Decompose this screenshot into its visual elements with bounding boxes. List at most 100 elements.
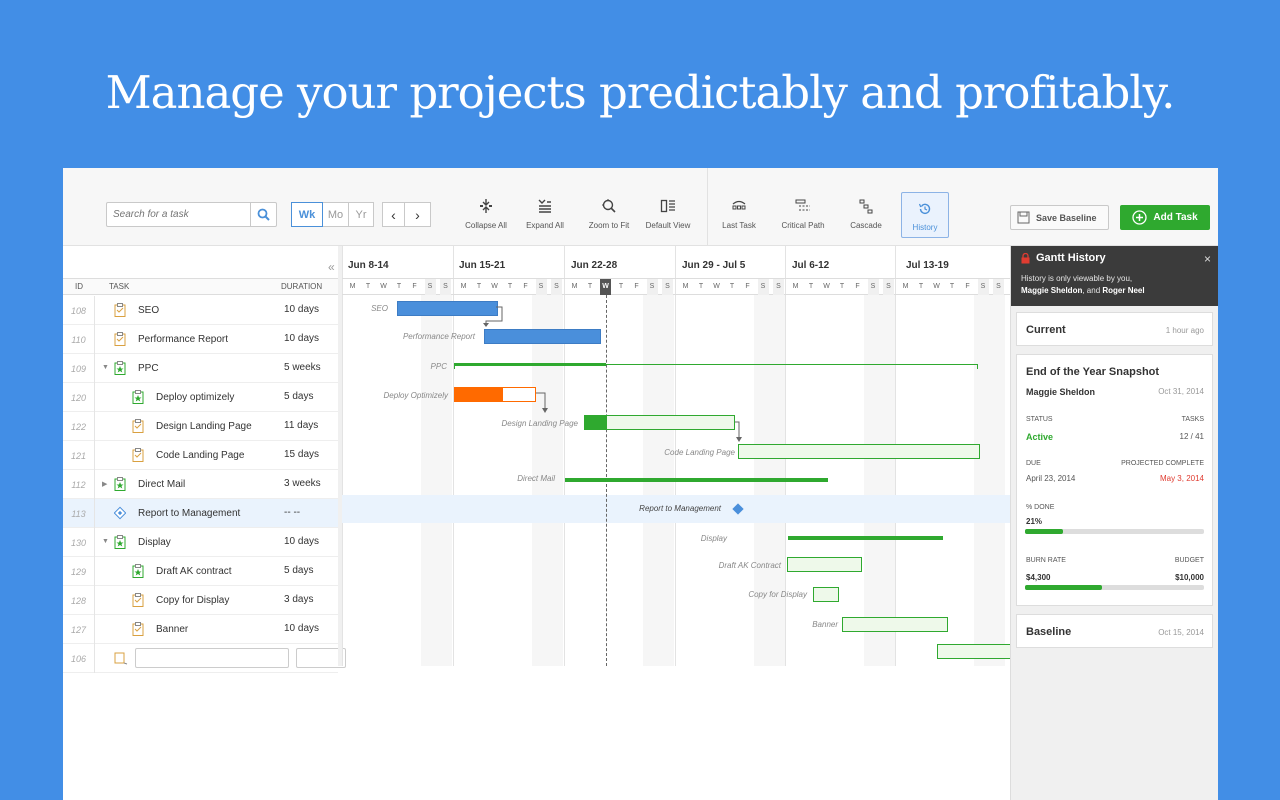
snapshot-date: Oct 31, 2014 [1158, 387, 1204, 396]
collapse-all-icon [480, 199, 492, 213]
day-cell: F [523, 283, 528, 290]
task-duration[interactable]: 5 days [284, 391, 313, 402]
task-duration[interactable]: 10 days [284, 333, 319, 344]
day-cell: M [460, 283, 467, 290]
clipboard-icon [132, 448, 144, 462]
critical-path-button[interactable]: Critical Path [776, 196, 830, 230]
collapse-all-button[interactable]: Collapse All [462, 196, 510, 230]
task-name[interactable]: Deploy optimizely [156, 392, 234, 403]
table-row[interactable]: 129 Draft AK contract 5 days [63, 557, 338, 586]
bar-progress [455, 388, 503, 401]
day-cell: W [600, 279, 611, 295]
history-note: History is only viewable by you, [1021, 274, 1133, 283]
history-button[interactable]: History [901, 192, 949, 238]
zoom-month-button[interactable]: Mo [323, 202, 349, 227]
bar-label-design: Design Landing Page [501, 419, 578, 428]
burn-progress-fill [1025, 585, 1102, 590]
task-bar-deploy-optimizely[interactable] [454, 387, 536, 402]
search-input[interactable] [107, 203, 250, 226]
zoom-week-button[interactable]: Wk [291, 202, 323, 227]
expand-toggle-icon[interactable]: ▼ [102, 364, 109, 371]
task-bar-copy-for-display[interactable] [813, 587, 839, 602]
task-name[interactable]: Copy for Display [156, 595, 229, 606]
expand-toggle-icon[interactable]: ▼ [102, 538, 109, 545]
task-name[interactable]: SEO [138, 305, 159, 316]
task-duration[interactable]: 10 days [284, 536, 319, 547]
prev-button[interactable]: ‹ [382, 202, 405, 227]
table-row[interactable]: 113 Report to Management -- -- [63, 499, 338, 528]
day-cell: F [745, 283, 750, 290]
table-row[interactable]: 127 Banner 10 days [63, 615, 338, 644]
table-row[interactable]: 106 [63, 644, 346, 673]
day-cell: T [729, 283, 735, 290]
task-name[interactable]: Report to Management [138, 508, 240, 519]
collapse-toggle-icon[interactable]: ▶ [102, 480, 107, 488]
dependency-arrow [483, 306, 503, 327]
new-task-name-input[interactable] [135, 648, 289, 668]
task-bar-code-landing-page[interactable] [738, 444, 980, 459]
task-bar-design-landing-page[interactable] [584, 415, 735, 430]
table-row[interactable]: 120 Deploy optimizely 5 days [63, 383, 338, 412]
summary-bar-direct-mail[interactable] [565, 478, 828, 482]
task-name[interactable]: PPC [138, 363, 159, 374]
history-label: History [912, 223, 938, 232]
task-name[interactable]: Design Landing Page [156, 421, 252, 432]
snapshot-title: End of the Year Snapshot [1026, 366, 1160, 378]
task-duration[interactable]: 10 days [284, 623, 319, 634]
table-row[interactable]: 112 ▶ Direct Mail 3 weeks [63, 470, 338, 499]
cascade-button[interactable]: Cascade [842, 196, 890, 230]
task-duration[interactable]: 3 days [284, 594, 313, 605]
cascade-icon [859, 199, 873, 214]
task-duration[interactable]: 11 days [284, 420, 318, 431]
task-duration[interactable]: -- -- [284, 507, 300, 518]
task-bar-draft-ak-contract[interactable] [787, 557, 862, 572]
search-button[interactable] [250, 203, 276, 226]
tasks-value: 12 / 41 [1179, 432, 1204, 441]
table-row[interactable]: 128 Copy for Display 3 days [63, 586, 338, 615]
history-current-card[interactable]: Current 1 hour ago [1016, 312, 1213, 346]
table-row[interactable]: 130 ▼ Display 10 days [63, 528, 338, 557]
history-baseline-card[interactable]: Baseline Oct 15, 2014 [1016, 614, 1213, 648]
task-duration[interactable]: 15 days [284, 449, 319, 460]
task-name[interactable]: Draft AK contract [156, 566, 232, 577]
close-icon[interactable]: × [1204, 252, 1211, 266]
task-bar-banner[interactable] [842, 617, 948, 632]
search-box [106, 202, 277, 227]
expand-all-button[interactable]: Expand All [521, 196, 569, 230]
history-icon [918, 203, 931, 215]
day-cell: T [698, 283, 704, 290]
table-row[interactable]: 109 ▼ PPC 5 weeks [63, 354, 338, 383]
table-row[interactable]: 110 Performance Report 10 days [63, 325, 338, 354]
done-progress-fill [1025, 529, 1063, 534]
clipboard-icon [114, 332, 126, 346]
add-task-button[interactable]: Add Task [1120, 205, 1210, 230]
task-name[interactable]: Code Landing Page [156, 450, 244, 461]
lock-icon [1021, 252, 1030, 263]
table-row[interactable]: 122 Design Landing Page 11 days [63, 412, 338, 441]
default-view-button[interactable]: Default View [643, 196, 693, 230]
snapshot-card[interactable]: End of the Year Snapshot Maggie Sheldon … [1016, 354, 1213, 606]
task-name[interactable]: Display [138, 537, 171, 548]
last-task-button[interactable]: Last Task [715, 196, 763, 230]
task-duration[interactable]: 3 weeks [284, 478, 321, 489]
collapse-grid-icon[interactable]: « [328, 260, 335, 274]
task-bar-performance-report[interactable] [484, 329, 601, 344]
task-duration[interactable]: 10 days [284, 304, 319, 315]
task-id: 129 [63, 557, 95, 586]
save-baseline-button[interactable]: Save Baseline [1010, 205, 1109, 230]
next-button[interactable]: › [405, 202, 431, 227]
bar-label-direct-mail: Direct Mail [517, 474, 555, 483]
day-cell: S [440, 279, 451, 295]
task-bar-new[interactable] [937, 644, 1010, 659]
summary-bar-display[interactable] [788, 536, 943, 540]
zoom-year-button[interactable]: Yr [349, 202, 374, 227]
history-header: Gantt History History is only viewable b… [1011, 246, 1218, 306]
zoom-to-fit-button[interactable]: Zoom to Fit [584, 196, 634, 230]
table-row[interactable]: 108 SEO 10 days [63, 296, 338, 325]
task-name[interactable]: Direct Mail [138, 479, 185, 490]
table-row[interactable]: 121 Code Landing Page 15 days [63, 441, 338, 470]
task-name[interactable]: Banner [156, 624, 188, 635]
task-duration[interactable]: 5 days [284, 565, 313, 576]
task-duration[interactable]: 5 weeks [284, 362, 321, 373]
task-name[interactable]: Performance Report [138, 334, 228, 345]
